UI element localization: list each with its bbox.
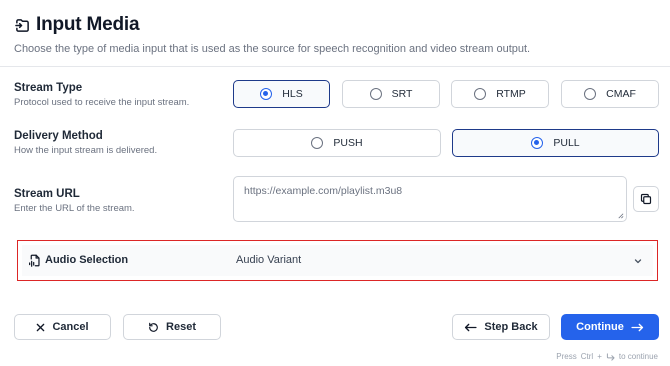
close-icon (37, 323, 45, 331)
stream-url-input[interactable]: https://example.com/playlist.m3u8 (233, 176, 627, 222)
stream-url-placeholder: https://example.com/playlist.m3u8 (244, 185, 403, 197)
chevron-down-icon[interactable] (633, 256, 643, 266)
page-title: Input Media (36, 14, 140, 35)
hint-key: Ctrl (580, 352, 594, 361)
stream-type-option-cmaf[interactable]: CMAF (561, 80, 659, 108)
stream-url-label-group: Stream URL Enter the URL of the stream. (14, 188, 135, 214)
radio-unselected-icon[interactable] (369, 88, 382, 100)
audio-selection-label: Audio Selection (45, 254, 129, 266)
stream-url-description: Enter the URL of the stream. (14, 203, 135, 214)
hint-press: Press (556, 352, 577, 361)
step-back-button[interactable]: Step Back (452, 314, 550, 340)
stream-type-option-srt[interactable]: SRT (342, 80, 440, 108)
stream-type-option-rtmp[interactable]: RTMP (451, 80, 549, 108)
header-divider (0, 66, 670, 67)
reset-icon (149, 322, 158, 332)
radio-selected-icon[interactable] (531, 137, 544, 149)
delivery-method-description: How the input stream is delivered. (14, 145, 158, 156)
stream-type-option-hls[interactable]: HLS (233, 80, 330, 108)
stream-type-option-label: HLS (282, 88, 303, 100)
copy-button[interactable] (633, 186, 659, 212)
cancel-label: Cancel (52, 321, 89, 333)
delivery-option-label: PUSH (333, 137, 363, 149)
reset-button[interactable]: Reset (123, 314, 221, 340)
stream-type-label-group: Stream Type Protocol used to receive the… (14, 82, 189, 108)
radio-unselected-icon[interactable] (474, 88, 487, 100)
resize-handle-icon[interactable] (617, 212, 624, 219)
stream-type-option-label: SRT (391, 88, 413, 100)
stream-type-option-label: CMAF (606, 88, 636, 100)
stream-type-label: Stream Type (14, 82, 83, 94)
continue-label: Continue (576, 321, 624, 333)
step-back-label: Step Back (484, 321, 538, 333)
radio-selected-icon[interactable] (260, 88, 273, 100)
stream-type-option-label: RTMP (496, 88, 526, 100)
delivery-option-pull[interactable]: PULL (452, 129, 659, 157)
enter-key-icon (606, 352, 615, 361)
arrow-left-icon (465, 323, 477, 331)
page-header: Input Media (14, 14, 140, 36)
audio-file-icon (29, 254, 40, 267)
stream-type-description: Protocol used to receive the input strea… (14, 97, 190, 108)
radio-unselected-icon[interactable] (311, 137, 324, 149)
hint-plus: + (597, 352, 602, 361)
stream-url-label: Stream URL (14, 188, 80, 200)
continue-button[interactable]: Continue (561, 314, 659, 340)
audio-selection-value: Audio Variant (236, 254, 302, 266)
reset-label: Reset (166, 321, 196, 333)
delivery-method-label-group: Delivery Method How the input stream is … (14, 130, 157, 156)
audio-selection-dropdown[interactable]: Audio Selection Audio Variant (17, 240, 658, 281)
keyboard-hint: Press Ctrl + to continue (556, 352, 658, 361)
radio-unselected-icon[interactable] (584, 88, 597, 100)
hint-action: to continue (618, 352, 658, 361)
delivery-option-label: PULL (553, 137, 580, 149)
delivery-option-push[interactable]: PUSH (233, 129, 441, 157)
cancel-button[interactable]: Cancel (14, 314, 111, 340)
media-input-icon (14, 17, 30, 33)
copy-icon (640, 193, 652, 205)
arrow-right-icon (631, 323, 643, 331)
audio-selection-row[interactable]: Audio Selection Audio Variant (22, 245, 653, 276)
delivery-method-label: Delivery Method (14, 130, 103, 142)
page-subtitle: Choose the type of media input that is u… (14, 43, 531, 55)
